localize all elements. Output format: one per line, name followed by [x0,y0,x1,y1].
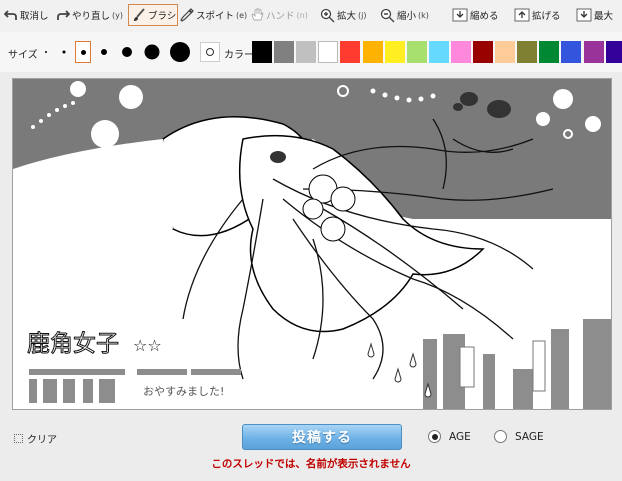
enlarge-label: 拡げる [532,11,561,22]
palette-bar: サイズ カラー [0,32,622,72]
age-radio-indicator [428,430,441,443]
brush-size-option[interactable] [144,44,160,60]
zoom-out-label: 縮小 [397,11,417,22]
zoom-out-icon [380,8,395,22]
clear-label: クリア [27,435,57,446]
zoom-out-button[interactable]: 縮小 (k) [380,4,429,26]
color-swatch[interactable] [517,41,538,63]
redo-button[interactable]: やり直し (y) [56,4,123,26]
brush-size-option[interactable] [122,47,132,57]
post-panel: クリア 投稿する AGE SAGE このスレッドでは、名前が表示されません [0,414,622,481]
color-swatch[interactable] [362,41,383,63]
redo-icon [57,10,70,20]
sage-radio-indicator [494,430,507,443]
redo-label: やり直し [72,11,111,22]
enlarge-canvas-button[interactable]: 拡げる [514,4,561,26]
canvas-caption: おやすみました! [143,385,224,398]
eyedropper-icon [180,8,194,22]
enlarge-icon [514,8,530,22]
size-label: サイズ [8,50,38,61]
maximize-button[interactable]: 最大 [576,4,613,26]
canvas-artwork: 鹿角女子 ☆☆ おやすみました! [13,79,611,409]
sage-radio[interactable]: SAGE [494,430,544,443]
color-swatch[interactable] [318,41,339,63]
sage-label: SAGE [515,430,544,443]
color-swatch[interactable] [406,41,427,63]
eraser-swatch[interactable] [200,42,220,62]
clear-button[interactable]: クリア [14,431,57,446]
color-swatch[interactable] [428,41,449,63]
color-swatch[interactable] [274,41,295,63]
brush-button[interactable]: ブラシ [128,4,178,26]
zoom-out-shortcut: (k) [418,10,429,20]
clear-checkbox-icon [14,434,23,443]
zoom-in-label: 拡大 [337,11,357,22]
color-swatch[interactable] [252,41,272,63]
shrink-label: 縮める [470,11,499,22]
brush-size-option-selected[interactable] [75,41,91,63]
undo-button[interactable]: 取消し [4,4,49,26]
maximize-icon [576,8,592,22]
color-swatch[interactable] [473,41,493,63]
color-swatch[interactable] [384,41,405,63]
canvas-stars: ☆☆ [133,336,162,355]
color-swatch[interactable] [539,41,560,63]
eyedropper-button[interactable]: スポイト (e) [180,4,247,26]
color-label: カラー [224,50,254,61]
zoom-in-icon [320,8,335,22]
post-button[interactable]: 投稿する [242,424,402,450]
color-swatch[interactable] [583,41,604,63]
hand-icon [251,8,264,21]
toolbar: 取消し やり直し (y) ブラシ スポイト (e) ハンド (n) 拡大 (j) 縮小(… [0,0,622,32]
brush-icon [134,8,145,21]
hand-shortcut: (n) [296,10,308,20]
color-swatch[interactable] [340,41,361,63]
hand-button[interactable]: ハンド (n) [250,4,308,26]
color-swatch[interactable] [561,41,582,63]
brush-size-option[interactable] [45,51,47,53]
age-radio[interactable]: AGE [428,430,471,443]
redo-shortcut: (y) [112,10,123,20]
zoom-in-button[interactable]: 拡大 (j) [320,4,366,26]
brush-size-option[interactable] [62,50,66,54]
canvas-signature: 鹿角女子 [27,331,119,357]
drawing-canvas[interactable]: 鹿角女子 ☆☆ おやすみました! [12,78,612,410]
age-label: AGE [449,430,471,443]
hand-label: ハンド [266,11,295,22]
color-swatch[interactable] [296,41,317,63]
brush-size-option[interactable] [170,42,190,62]
undo-label: 取消し [20,11,49,22]
zoom-in-shortcut: (j) [358,10,367,20]
undo-icon [4,10,17,20]
shrink-canvas-button[interactable]: 縮める [452,4,499,26]
brush-size-option[interactable] [101,49,107,55]
maximize-label: 最大 [594,11,614,22]
eyedropper-label: スポイト [196,11,235,22]
color-swatch[interactable] [605,41,622,63]
color-swatch[interactable] [450,41,471,63]
brush-label: ブラシ [148,11,177,22]
anonymous-warning: このスレッドでは、名前が表示されません [211,458,411,470]
eyedropper-shortcut: (e) [236,10,248,20]
eraser-icon [206,48,214,56]
shrink-icon [452,8,468,22]
color-swatch[interactable] [495,41,516,63]
